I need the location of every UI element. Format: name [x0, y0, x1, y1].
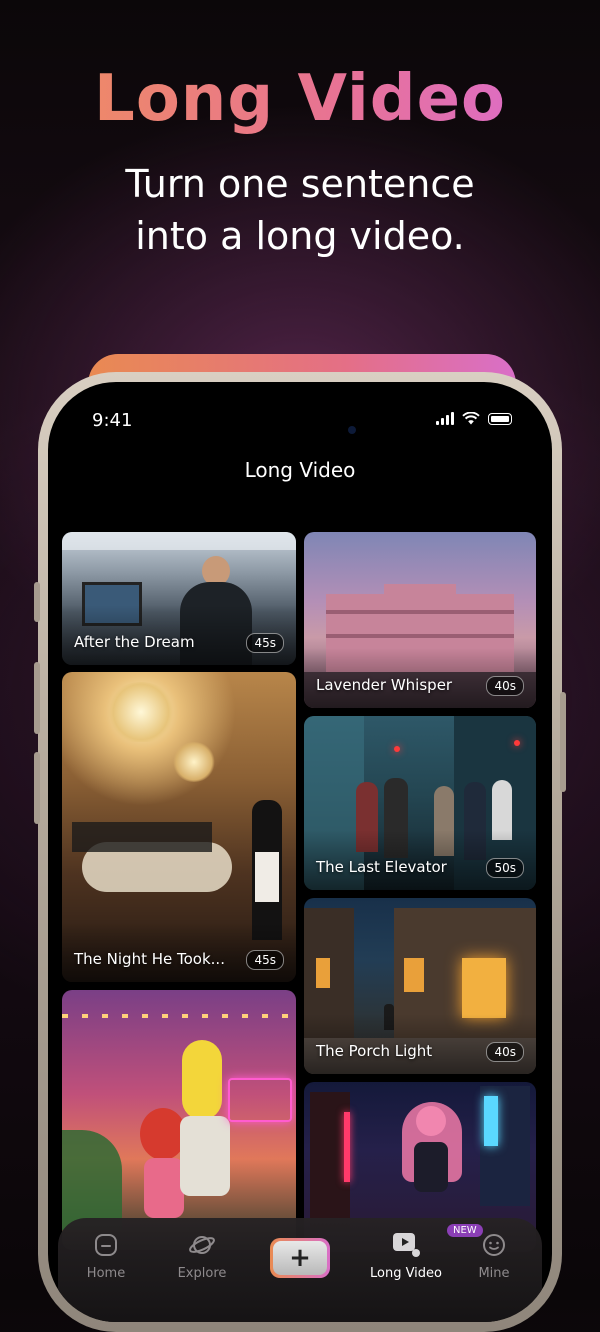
home-icon: [91, 1230, 121, 1260]
bottom-tab-bar: Home Explore + NEW Long Video Mine: [58, 1218, 542, 1322]
promo-subtitle-line-1: Turn one sentence: [125, 162, 475, 206]
video-card-lavender-whisper[interactable]: Lavender Whisper 40s: [304, 532, 536, 708]
planet-icon: [187, 1230, 217, 1260]
page-title: Long Video: [244, 458, 356, 482]
video-duration-badge: 40s: [486, 676, 524, 696]
video-card-title: Lavender Whisper: [316, 676, 453, 694]
video-card-the-night-he-took[interactable]: The Night He Took... 45s: [62, 672, 296, 982]
create-button[interactable]: +: [270, 1238, 330, 1278]
video-card-title: The Porch Light: [316, 1042, 433, 1060]
phone-power-button: [560, 692, 566, 792]
tab-mine[interactable]: Mine: [454, 1230, 534, 1281]
video-duration-badge: 45s: [246, 633, 284, 653]
status-icons: [436, 412, 512, 425]
promo-subtitle: Turn one sentence into a long video.: [0, 158, 600, 262]
video-card-the-last-elevator[interactable]: The Last Elevator 50s: [304, 716, 536, 890]
video-card-title: After the Dream: [74, 633, 195, 651]
tab-explore[interactable]: Explore: [162, 1230, 242, 1281]
promo-title: Long Video: [0, 62, 600, 136]
plus-icon: +: [273, 1241, 327, 1275]
cellular-signal-icon: [436, 412, 454, 425]
app-screen: 9:41 Long Video After the Dream 45s Lave…: [48, 382, 552, 1322]
video-play-icon: NEW: [391, 1224, 483, 1260]
tab-home[interactable]: Home: [66, 1230, 146, 1281]
video-duration-badge: 50s: [486, 858, 524, 878]
status-time: 9:41: [92, 410, 133, 431]
video-card-island-romance[interactable]: [62, 990, 296, 1250]
video-duration-badge: 45s: [246, 950, 284, 970]
promo-subtitle-line-2: into a long video.: [135, 214, 465, 258]
video-card-title: The Last Elevator: [316, 858, 447, 876]
phone-volume-up-button: [34, 662, 40, 734]
battery-icon: [488, 413, 512, 425]
video-card-title: The Night He Took...: [74, 950, 225, 968]
tab-long-video-label: Long Video: [369, 1266, 442, 1281]
video-duration-badge: 40s: [486, 1042, 524, 1062]
wifi-icon: [462, 412, 480, 425]
video-card-after-the-dream[interactable]: After the Dream 45s: [62, 532, 296, 665]
tab-explore-label: Explore: [177, 1266, 227, 1281]
video-card-the-porch-light[interactable]: The Porch Light 40s: [304, 898, 536, 1074]
tab-long-video[interactable]: NEW Long Video: [366, 1224, 483, 1281]
phone-volume-down-button: [34, 752, 40, 824]
tab-home-label: Home: [86, 1266, 126, 1281]
front-camera: [348, 426, 356, 434]
tab-mine-label: Mine: [478, 1266, 510, 1281]
phone-action-button: [34, 582, 40, 622]
smiley-icon: [479, 1230, 509, 1260]
